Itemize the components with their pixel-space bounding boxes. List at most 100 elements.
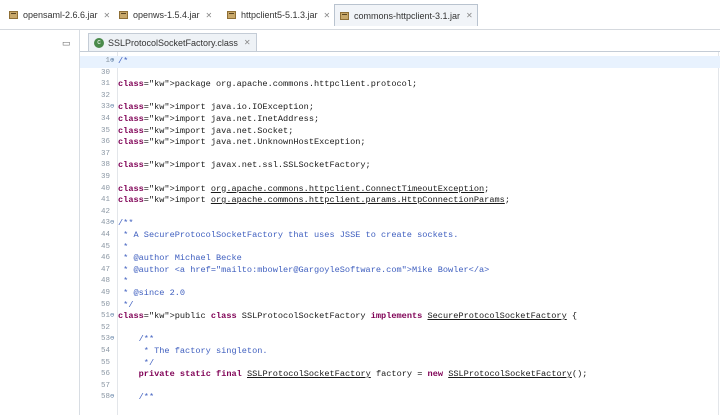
line-number: 34 [100, 115, 110, 123]
code-text: class="kw">import org.apache.commons.htt… [118, 195, 510, 206]
code-line[interactable]: 53 ⊖ /** [80, 334, 720, 346]
code-line[interactable]: 40 class="kw">import org.apache.commons.h… [80, 184, 720, 196]
jar-icon [226, 10, 237, 20]
code-line[interactable]: 57 [80, 381, 720, 393]
code-line[interactable]: 34 class="kw">import java.net.InetAddress… [80, 114, 720, 126]
tab-httpclient5-jar[interactable]: httpclient5-5.1.3.jar ✕ [222, 5, 334, 25]
close-icon[interactable]: ✕ [466, 11, 473, 20]
line-number: 37 [100, 149, 110, 158]
code-line[interactable]: 36 class="kw">import java.net.UnknownHost… [80, 137, 720, 149]
code-line[interactable]: 41 class="kw">import org.apache.commons.h… [80, 195, 720, 207]
code-text: class="kw">import org.apache.commons.htt… [118, 183, 490, 194]
tab-commons-httpclient-jar[interactable]: commons-httpclient-3.1.jar ✕ [334, 4, 478, 26]
line-number: 56 [100, 370, 110, 379]
jar-icon [8, 10, 19, 20]
code-line[interactable]: 51 ⊖ class="kw">public class SSLProtocolSo… [80, 311, 720, 323]
line-number: 44 [100, 231, 110, 239]
code-text: class="kw">public class SSLProtocolSocke… [118, 311, 578, 322]
tab-label: opensaml-2.6.6.jar [23, 10, 98, 20]
code-text: */ [118, 357, 155, 368]
tab-label: openws-1.5.4.jar [133, 10, 200, 20]
line-number: 31 [100, 80, 110, 89]
close-icon[interactable]: ✕ [324, 11, 331, 20]
line-number: 47 [100, 265, 110, 274]
code-line[interactable]: 43 ⊖/** [80, 218, 720, 230]
code-line[interactable]: 1 ⊕/* [80, 56, 720, 68]
collapse-icon[interactable]: ⊖ [110, 218, 118, 230]
code-line[interactable]: 39 [80, 172, 720, 184]
code-text: * The factory singleton. [118, 346, 268, 356]
tab-opensaml-jar[interactable]: opensaml-2.6.6.jar ✕ [4, 5, 114, 25]
code-line[interactable]: 37 [80, 149, 720, 161]
line-number: 43 [100, 219, 110, 228]
tab-label: SSLProtocolSocketFactory.class [108, 37, 238, 48]
code-text: * @since 2.0 [118, 288, 186, 298]
code-line[interactable]: 54 * The factory singleton. [80, 346, 720, 358]
tab-class-file[interactable]: c SSLProtocolSocketFactory.class ✕ [88, 33, 257, 51]
code-line[interactable]: 46 * @author Michael Becke [80, 253, 720, 265]
code-text: /* [118, 56, 129, 66]
code-line[interactable]: 38 class="kw">import javax.net.ssl.SSLSoc… [80, 160, 720, 172]
collapse-icon[interactable]: ⊖ [110, 102, 118, 114]
code-text: class="kw">import java.io.IOException; [118, 102, 314, 113]
jar-icon [118, 10, 129, 20]
code-line[interactable]: 55 */ [80, 358, 720, 370]
code-line[interactable]: 45 * [80, 242, 720, 254]
line-number: 41 [100, 196, 110, 205]
line-number: 54 [100, 347, 110, 355]
code-text: class="kw">import java.net.UnknownHostEx… [118, 137, 366, 148]
code-line[interactable]: 50 */ [80, 300, 720, 312]
close-icon[interactable]: ✕ [104, 11, 111, 20]
line-number: 35 [100, 126, 110, 135]
code-line[interactable]: 44 * A SecureProtocolSocketFactory that … [80, 230, 720, 242]
code-line[interactable]: 52 [80, 323, 720, 335]
collapse-icon[interactable]: ⊖ [110, 334, 118, 346]
code-line[interactable]: 47 * @author <a href="mailto:mbowler@Gar… [80, 265, 720, 277]
code-text: * [118, 276, 129, 287]
line-number: 36 [100, 138, 110, 147]
close-icon[interactable]: ✕ [244, 38, 251, 47]
code-line[interactable]: 48 * [80, 276, 720, 288]
code-line[interactable]: 49 * @since 2.0 [80, 288, 720, 300]
code-text: * @author Michael Becke [118, 253, 242, 264]
line-number: 45 [100, 242, 110, 251]
code-text: * @author <a href="mailto:mbowler@Gargoy… [118, 264, 490, 275]
minimize-icon[interactable]: ▭ [62, 38, 71, 49]
tab-label: httpclient5-5.1.3.jar [241, 10, 318, 20]
code-text: class="kw">import javax.net.ssl.SSLSocke… [118, 160, 371, 171]
code-editor[interactable]: 1 ⊕/* 30 31 class="kw">package org.apache.co… [80, 51, 720, 415]
code-text: */ [118, 299, 134, 310]
line-number: 46 [100, 254, 110, 263]
code-line[interactable]: 56 private static final SSLProtocolSocke… [80, 369, 720, 381]
line-number: 48 [100, 277, 110, 286]
code-line[interactable]: 32 [80, 91, 720, 103]
line-number: 49 [100, 289, 110, 297]
collapse-icon[interactable]: ⊖ [110, 392, 118, 404]
line-number: 53 [100, 335, 110, 344]
code-line[interactable]: 30 [80, 68, 720, 80]
line-number: 42 [100, 207, 110, 216]
code-text: class="kw">import java.net.InetAddress; [118, 114, 320, 124]
code-line[interactable]: 35 class="kw">import java.net.Socket; [80, 126, 720, 138]
expand-icon[interactable]: ⊕ [110, 56, 118, 68]
tab-label: commons-httpclient-3.1.jar [354, 10, 461, 21]
line-number: 40 [100, 184, 110, 193]
code-text: class="kw">package org.apache.commons.ht… [118, 79, 418, 90]
line-number: 1 [105, 57, 110, 65]
close-icon[interactable]: ✕ [206, 11, 213, 20]
tab-openws-jar[interactable]: openws-1.5.4.jar ✕ [114, 5, 216, 25]
code-text: class="kw">import java.net.Socket; [118, 125, 294, 136]
editor-tab-bar: opensaml-2.6.6.jar ✕ openws-1.5.4.jar ✕ … [0, 0, 720, 30]
line-number: 30 [100, 68, 110, 77]
code-line[interactable]: 31 class="kw">package org.apache.commons.… [80, 79, 720, 91]
line-number: 32 [100, 91, 110, 100]
code-line[interactable]: 42 [80, 207, 720, 219]
line-number: 52 [100, 323, 110, 332]
line-number: 33 [100, 103, 110, 112]
code-text: /** [118, 218, 134, 229]
collapse-icon[interactable]: ⊖ [110, 311, 118, 323]
code-line[interactable]: 58 ⊖ /** [80, 392, 720, 404]
jar-icon [339, 11, 350, 21]
line-number: 51 [100, 312, 110, 321]
code-line[interactable]: 33 ⊖ class="kw">import java.io.IOException… [80, 102, 720, 114]
